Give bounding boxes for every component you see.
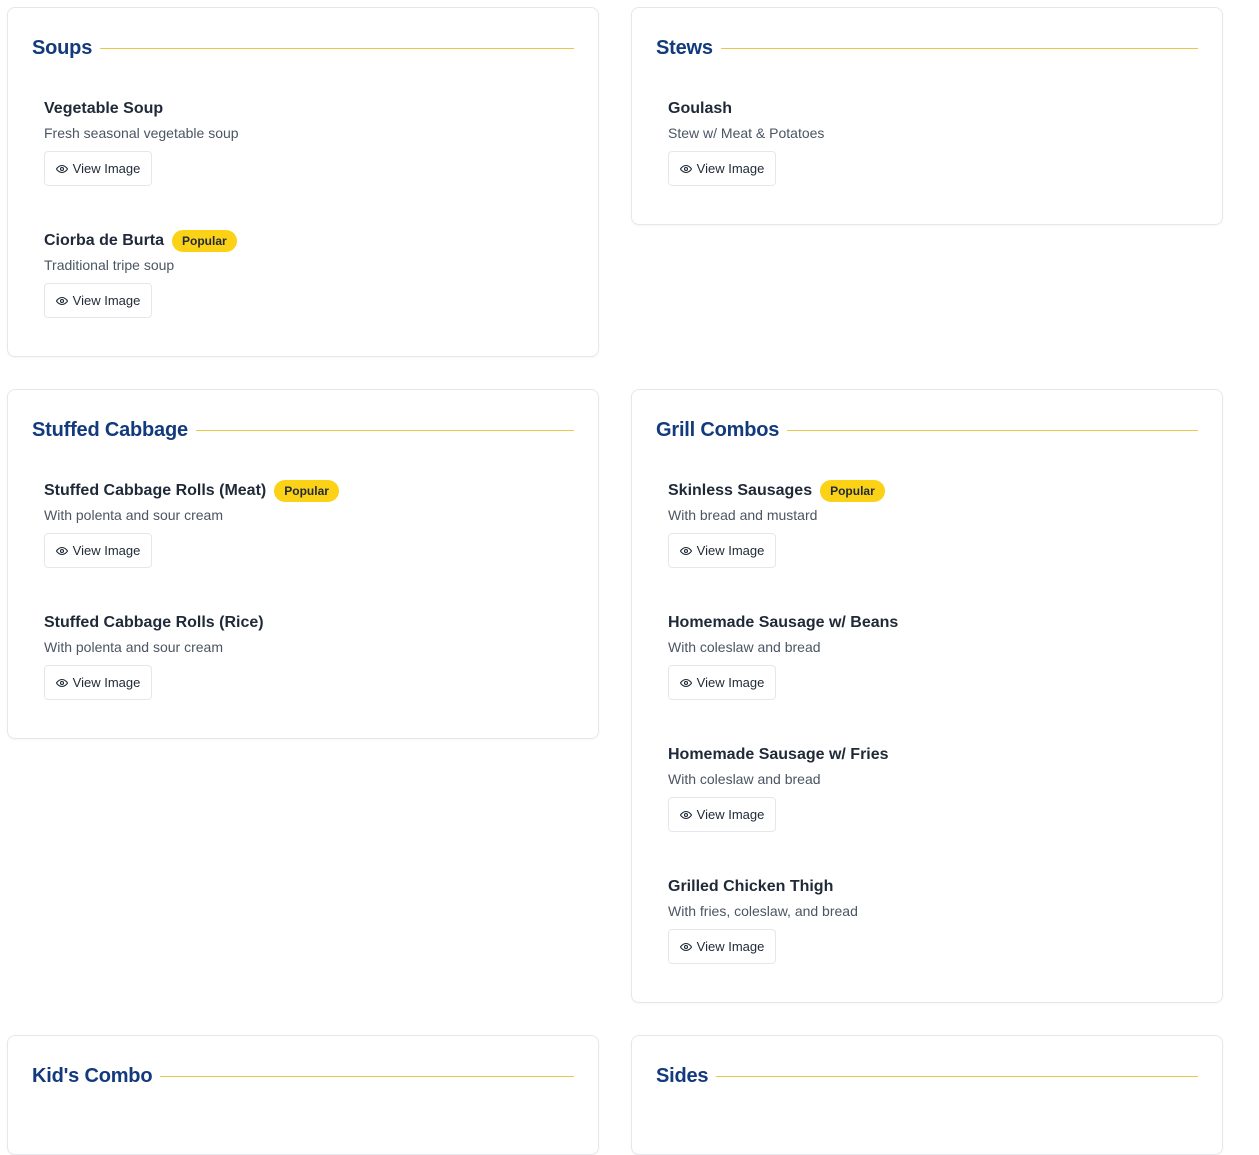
view-image-label: View Image bbox=[696, 161, 765, 176]
view-image-label: View Image bbox=[72, 675, 141, 690]
menu-item-description: With bread and mustard bbox=[668, 507, 818, 523]
menu-item: Homemade Sausage w/ Beans With coleslaw … bbox=[668, 612, 898, 700]
view-image-label: View Image bbox=[696, 939, 765, 954]
view-image-button[interactable]: View Image bbox=[44, 533, 152, 568]
menu-item-name: Homemade Sausage w/ Fries bbox=[668, 746, 889, 763]
eye-icon bbox=[55, 545, 68, 557]
eye-icon bbox=[679, 941, 692, 953]
menu-item: Stuffed Cabbage Rolls (Rice) With polent… bbox=[44, 612, 264, 700]
section-card-stuffed-cabbage: Stuffed Cabbage Stuffed Cabbage Rolls (M… bbox=[7, 389, 599, 739]
section-header: Stews bbox=[656, 34, 1198, 62]
menu-item-description: With fries, coleslaw, and bread bbox=[668, 903, 858, 919]
eye-icon bbox=[55, 677, 68, 689]
menu-item-description: With polenta and sour cream bbox=[44, 507, 223, 523]
menu-item-description: Fresh seasonal vegetable soup bbox=[44, 125, 239, 141]
section-title: Kid's Combo bbox=[32, 1064, 153, 1087]
view-image-button[interactable]: View Image bbox=[44, 665, 152, 700]
view-image-button[interactable]: View Image bbox=[44, 151, 152, 186]
section-card-stews: Stews Goulash Stew w/ Meat & Potatoes Vi… bbox=[631, 7, 1223, 225]
section-header: Kid's Combo bbox=[32, 1062, 574, 1090]
menu-item-name: Vegetable Soup bbox=[44, 100, 164, 117]
section-header: Sides bbox=[656, 1062, 1198, 1090]
menu-item-description: Traditional tripe soup bbox=[44, 257, 175, 273]
menu-item-description: Stew w/ Meat & Potatoes bbox=[668, 125, 825, 141]
section-card-sides: Sides bbox=[631, 1035, 1223, 1155]
section-card-grill-combos: Grill Combos Skinless Sausages Popular W… bbox=[631, 389, 1223, 1003]
view-image-button[interactable]: View Image bbox=[44, 283, 152, 318]
eye-icon bbox=[55, 295, 68, 307]
menu-item: Ciorba de Burta Popular Traditional trip… bbox=[44, 230, 237, 318]
section-title: Grill Combos bbox=[656, 418, 780, 441]
view-image-label: View Image bbox=[72, 293, 141, 308]
menu-item-name: Homemade Sausage w/ Beans bbox=[668, 614, 899, 631]
menu-item: Skinless Sausages Popular With bread and… bbox=[668, 480, 885, 568]
popular-badge: Popular bbox=[820, 480, 885, 502]
menu-item-description: With coleslaw and bread bbox=[668, 771, 821, 787]
eye-icon bbox=[679, 677, 692, 689]
view-image-button[interactable]: View Image bbox=[668, 151, 776, 186]
eye-icon bbox=[679, 809, 692, 821]
view-image-button[interactable]: View Image bbox=[668, 797, 776, 832]
menu-item: Grilled Chicken Thigh With fries, colesl… bbox=[668, 876, 858, 964]
menu-item-name: Ciorba de Burta bbox=[44, 232, 165, 249]
section-card-soups: Soups Vegetable Soup Fresh seasonal vege… bbox=[7, 7, 599, 357]
section-title: Stews bbox=[656, 36, 713, 59]
view-image-label: View Image bbox=[696, 543, 765, 558]
section-divider bbox=[787, 429, 1198, 431]
menu-item-name: Stuffed Cabbage Rolls (Rice) bbox=[44, 614, 264, 631]
menu-item-name: Goulash bbox=[668, 100, 733, 117]
section-divider bbox=[100, 47, 574, 49]
section-card-kids-combo: Kid's Combo bbox=[7, 1035, 599, 1155]
popular-badge: Popular bbox=[274, 480, 339, 502]
section-divider bbox=[195, 429, 574, 431]
menu-item-name: Skinless Sausages bbox=[668, 482, 813, 499]
view-image-button[interactable]: View Image bbox=[668, 665, 776, 700]
view-image-label: View Image bbox=[696, 675, 765, 690]
menu-item-description: With coleslaw and bread bbox=[668, 639, 821, 655]
eye-icon bbox=[679, 163, 692, 175]
popular-badge: Popular bbox=[172, 230, 237, 252]
menu-item: Goulash Stew w/ Meat & Potatoes View Ima… bbox=[668, 98, 824, 186]
section-header: Soups bbox=[32, 34, 574, 62]
eye-icon bbox=[679, 545, 692, 557]
menu-item: Stuffed Cabbage Rolls (Meat) Popular Wit… bbox=[44, 480, 339, 568]
section-title: Soups bbox=[32, 36, 93, 59]
view-image-button[interactable]: View Image bbox=[668, 533, 776, 568]
section-title: Sides bbox=[656, 1064, 709, 1087]
section-divider bbox=[716, 1075, 1198, 1077]
section-divider bbox=[160, 1075, 574, 1077]
section-header: Stuffed Cabbage bbox=[32, 416, 574, 444]
menu-item: Vegetable Soup Fresh seasonal vegetable … bbox=[44, 98, 239, 186]
section-title: Stuffed Cabbage bbox=[32, 418, 188, 441]
section-divider bbox=[720, 47, 1198, 49]
menu-item-description: With polenta and sour cream bbox=[44, 639, 223, 655]
view-image-label: View Image bbox=[72, 543, 141, 558]
section-header: Grill Combos bbox=[656, 416, 1198, 444]
view-image-label: View Image bbox=[696, 807, 765, 822]
eye-icon bbox=[55, 163, 68, 175]
menu-item-name: Grilled Chicken Thigh bbox=[668, 878, 834, 895]
menu-item-name: Stuffed Cabbage Rolls (Meat) bbox=[44, 482, 267, 499]
view-image-button[interactable]: View Image bbox=[668, 929, 776, 964]
view-image-label: View Image bbox=[72, 161, 141, 176]
menu-item: Homemade Sausage w/ Fries With coleslaw … bbox=[668, 744, 889, 832]
